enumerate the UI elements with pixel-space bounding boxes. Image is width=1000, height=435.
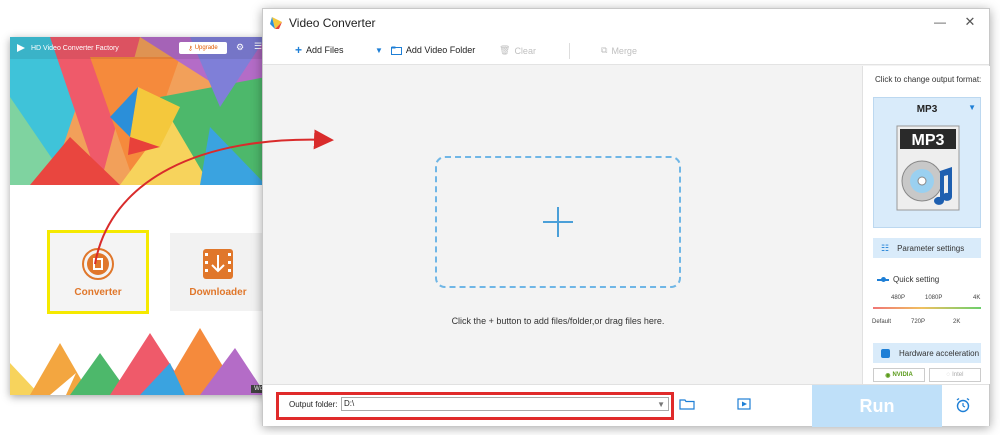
output-folder-value: D:\: [344, 399, 355, 408]
folder-icon: [390, 46, 402, 55]
format-name: MP3: [916, 104, 938, 115]
output-folder-label: Output folder:: [289, 400, 338, 409]
sliders-icon: ☷: [881, 242, 890, 253]
output-format-selector[interactable]: MP3 ▼ MP3: [873, 97, 981, 228]
converter-toolbar: + Add Files ▼ Add Video Folder 🗑 Clear ⧉…: [263, 37, 989, 65]
hardware-acceleration-button[interactable]: Hardware acceleration: [873, 343, 981, 363]
upgrade-label: Upgrade: [194, 45, 218, 51]
launcher-titlebar: HD Video Converter Factory: [10, 37, 266, 59]
add-video-folder-label: Add Video Folder: [405, 45, 476, 55]
nvidia-label: NVIDIA: [892, 372, 913, 378]
key-icon: ⚷: [188, 45, 193, 52]
file-drop-area: Click the + button to add files/folder,o…: [263, 66, 861, 384]
downloader-tile-label: Downloader: [189, 286, 247, 298]
chip-icon: [881, 348, 890, 358]
open-folder-icon[interactable]: [679, 398, 695, 410]
intel-logo-icon: ◌: [946, 372, 951, 378]
output-format-panel: Click to change output format: MP3 ▼ MP3…: [862, 66, 990, 384]
intel-toggle[interactable]: ◌ Intel: [929, 368, 981, 382]
close-icon[interactable]: ✕: [963, 14, 977, 30]
slider-icon: [877, 276, 889, 282]
output-folder-field[interactable]: D:\ ▼: [341, 397, 669, 411]
upgrade-button[interactable]: ⚷ Upgrade: [179, 42, 227, 54]
add-files-drop-zone[interactable]: [435, 156, 681, 288]
video-converter-window: Video Converter — ✕ + Add Files ▼ Add Vi…: [262, 8, 990, 427]
nvidia-toggle[interactable]: ◉ NVIDIA: [873, 368, 925, 382]
clear-button[interactable]: 🗑 Clear: [499, 45, 536, 56]
quality-tick-480p: 480P: [891, 295, 906, 301]
launcher-window: HD Video Converter Factory ⚷ Upgrade ⚙ ☰…: [10, 37, 266, 395]
toolbar-divider: [569, 43, 570, 59]
add-video-folder-button[interactable]: ▼ Add Video Folder: [375, 45, 475, 55]
plus-icon: [543, 207, 573, 237]
hardware-acceleration-label: Hardware acceleration: [899, 348, 980, 358]
quick-setting-label: Quick setting: [893, 275, 940, 284]
mp3-file-icon: MP3: [896, 125, 960, 211]
converter-tile-label: Converter: [74, 286, 122, 298]
merge-button[interactable]: ⧉ Merge: [601, 45, 637, 56]
window-title: Video Converter: [289, 16, 376, 30]
menu-icon[interactable]: ☰: [254, 42, 262, 51]
chevron-down-icon[interactable]: ▼: [375, 46, 383, 55]
chevron-down-icon[interactable]: ▼: [968, 103, 976, 112]
download-icon: [203, 248, 233, 279]
downloader-tile[interactable]: Downloader: [170, 233, 266, 311]
merge-label: Merge: [611, 45, 637, 56]
preview-icon[interactable]: [737, 397, 751, 411]
quality-tick-2k: 2K: [953, 319, 961, 325]
app-logo-icon: [270, 17, 282, 29]
clear-label: Clear: [514, 45, 536, 56]
quality-tick-1080p: 1080P: [925, 295, 943, 301]
nvidia-logo-icon: ◉: [885, 372, 891, 379]
merge-icon: ⧉: [601, 45, 608, 55]
screenshot-stage: HD Video Converter Factory ⚷ Upgrade ⚙ ☰…: [0, 0, 1000, 435]
parameter-settings-button[interactable]: ☷ Parameter settings: [873, 238, 981, 258]
plus-icon: +: [295, 43, 303, 57]
drop-hint-text: Click the + button to add files/folder,o…: [451, 316, 665, 326]
chevron-down-icon[interactable]: ▼: [657, 399, 665, 411]
parameter-settings-label: Parameter settings: [897, 243, 965, 253]
launcher-footer-art: Wo: [10, 323, 266, 395]
minimize-icon[interactable]: —: [933, 15, 947, 29]
intel-label: Intel: [952, 372, 964, 378]
converter-titlebar: Video Converter — ✕: [263, 9, 989, 37]
format-caption: Click to change output format:: [875, 75, 982, 84]
output-bar: Output folder: D:\ ▼ Run: [263, 384, 989, 427]
quality-slider[interactable]: [873, 307, 981, 309]
quick-setting-heading: Quick setting: [877, 275, 939, 284]
mp3-icon-text: MP3: [912, 132, 945, 149]
launcher-title: HD Video Converter Factory: [31, 44, 119, 52]
converter-tile[interactable]: Converter: [47, 230, 149, 314]
alarm-icon[interactable]: [955, 397, 971, 413]
add-files-button[interactable]: + Add Files: [295, 43, 344, 57]
quality-tick-720p: 720P: [911, 319, 926, 325]
app-logo-icon: [17, 44, 25, 52]
trash-icon: 🗑: [499, 45, 511, 55]
quality-tick-default: Default: [872, 319, 892, 325]
gear-icon[interactable]: ⚙: [236, 43, 244, 52]
converter-icon: [82, 247, 114, 280]
add-files-label: Add Files: [306, 45, 344, 55]
quality-tick-4k: 4K: [973, 295, 981, 301]
run-button[interactable]: Run: [812, 385, 942, 427]
launcher-header-art: [10, 37, 266, 185]
